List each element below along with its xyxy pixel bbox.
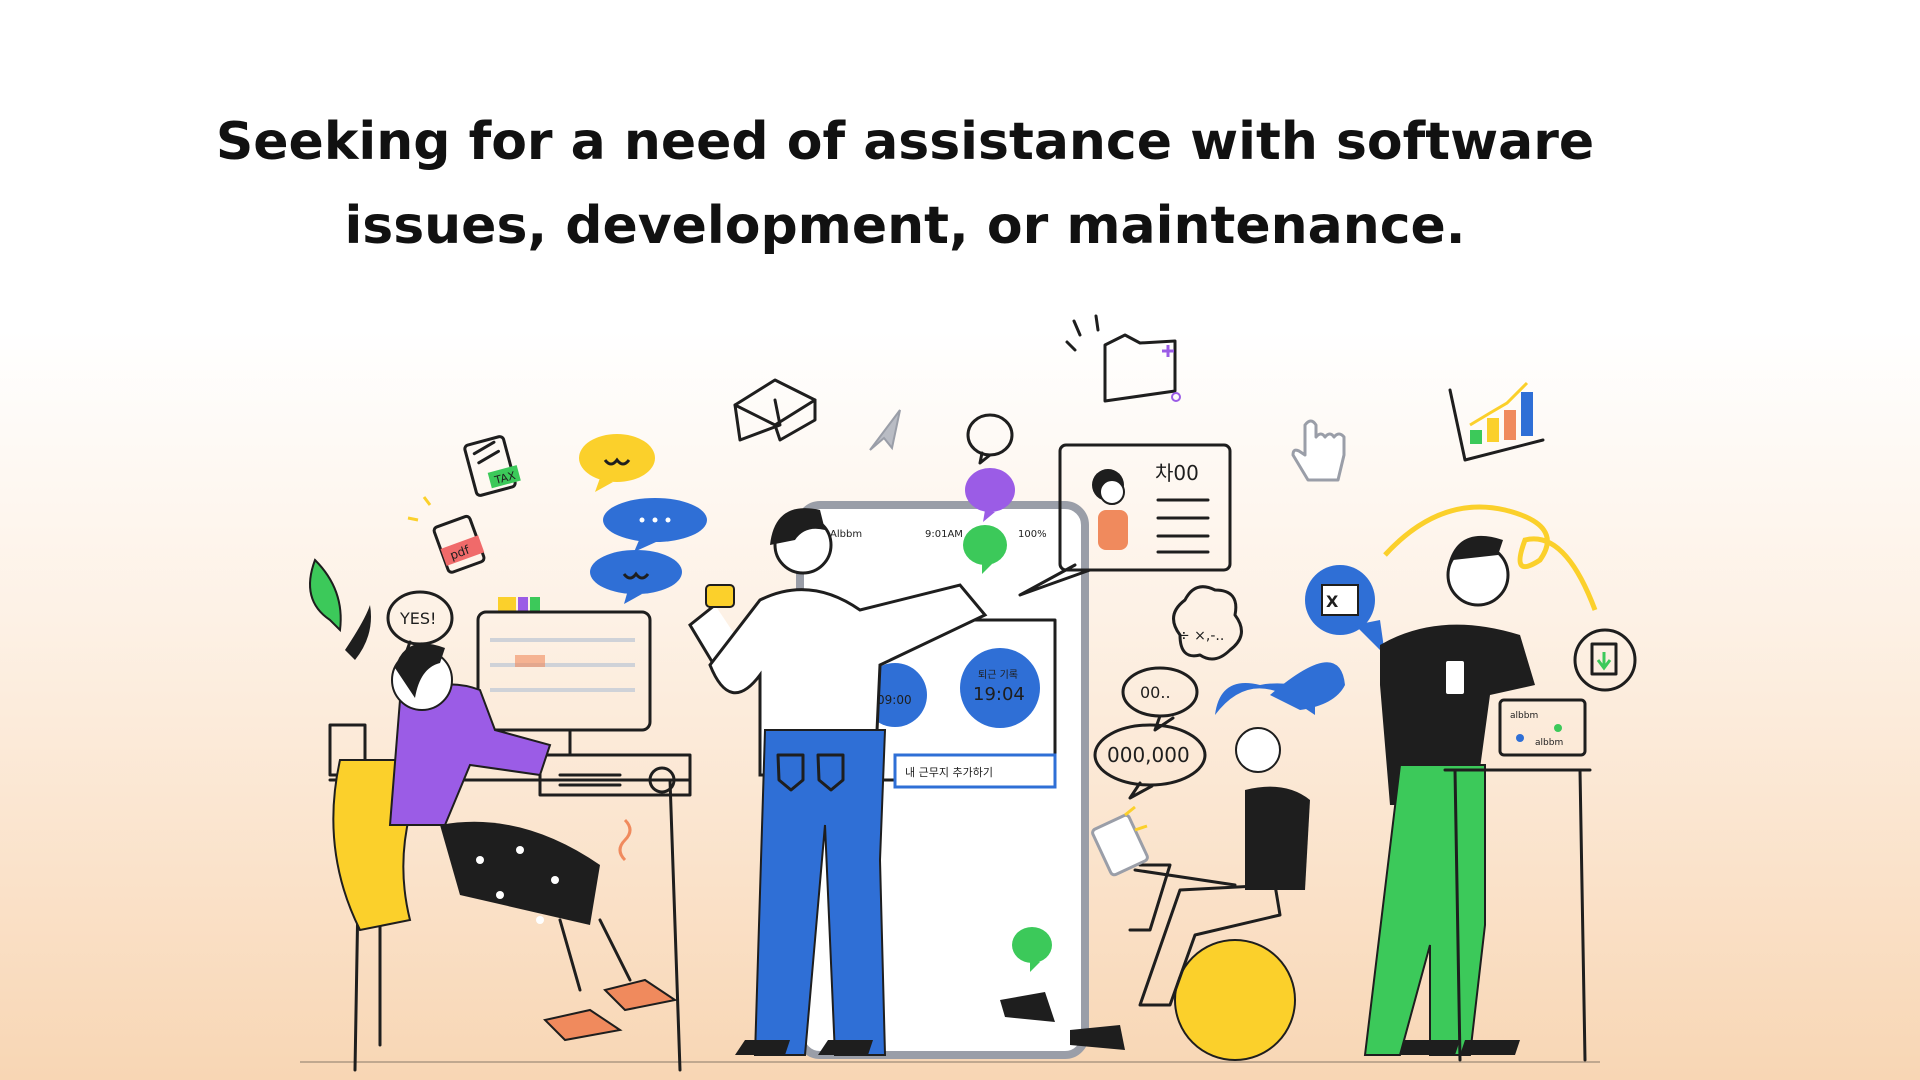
plant [309, 558, 371, 777]
tablet-badge-small: 09:00 [877, 693, 912, 707]
speech-money-text: 000,000 [1107, 743, 1190, 767]
folder-icon [1065, 314, 1181, 403]
person-standing-right [1363, 535, 1535, 1056]
speech-yes-text: YES! [399, 609, 436, 628]
pdf-document-icon: pdf [407, 496, 486, 574]
tablet-badge-caption: 퇴근 기록 [978, 669, 1018, 681]
laptop-label-top: albbm [1510, 711, 1538, 721]
tablet-status-right: 100% [1018, 529, 1047, 540]
laptop-label-bottom: albbm [1535, 738, 1563, 748]
excel-label: X [1326, 592, 1339, 611]
math-bubble-text: ÷ ×,-.. [1178, 628, 1224, 644]
speech-bubble-oo: 00.. [1121, 666, 1199, 732]
tablet-badge-time: 19:04 [973, 684, 1025, 705]
tablet-status-left: Albbm [830, 529, 862, 540]
open-book-icon [733, 378, 817, 442]
tax-document-icon: TAX [463, 435, 521, 497]
excel-icon-bubble: X [1305, 565, 1385, 655]
chat-bubble-blue-top [603, 498, 707, 552]
team-illustration: TAX pdf Albbm 9:01AM 100% 09:00 퇴근 기록 19… [300, 314, 1637, 1072]
hand-pointer-icon [1291, 419, 1346, 482]
math-bubble: ÷ ×,-.. [1172, 585, 1243, 661]
cursor-arrow-icon [869, 409, 901, 451]
speech-oo-text: 00.. [1140, 683, 1171, 702]
download-icon-bubble [1573, 628, 1637, 692]
chat-bubble-yellow [579, 434, 655, 492]
profile-card-title: 차00 [1155, 461, 1199, 485]
bar-chart-icon [1448, 381, 1545, 462]
tablet-button: 내 근무지 추가하기 [905, 765, 993, 779]
tablet-status-time: 9:01AM [925, 529, 963, 540]
chat-bubble-outline [966, 413, 1014, 465]
chat-bubble-blue-bottom [590, 550, 682, 604]
speech-bubble-money: 000,000 [1093, 723, 1207, 800]
